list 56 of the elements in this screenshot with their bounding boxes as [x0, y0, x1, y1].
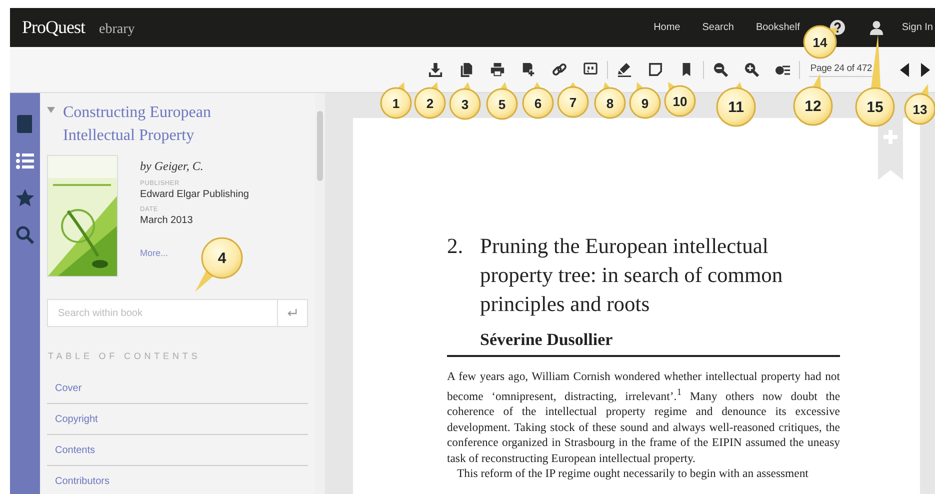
- callout: 12: [793, 74, 833, 126]
- callout: 9: [629, 82, 661, 119]
- note-icon: [648, 62, 664, 77]
- product-name: ebrary: [99, 22, 135, 38]
- callout: 8: [594, 82, 626, 119]
- logo[interactable]: ProQuest: [22, 17, 85, 38]
- rail-tab[interactable]: [13, 187, 37, 209]
- user-icon[interactable]: [868, 20, 884, 35]
- section-heading: TABLE OF CONTENTS: [48, 351, 202, 361]
- paragraph: This reform of the IP regime ought necessarily to begin with an assessment: [456, 466, 810, 482]
- copy-icon: [459, 62, 474, 77]
- callout: 10: [664, 82, 696, 117]
- scrollbar[interactable]: [315, 93, 325, 494]
- quote-icon: [583, 62, 598, 77]
- print-icon: [490, 62, 506, 77]
- list-icon: [15, 151, 35, 171]
- download-icon: [428, 62, 444, 77]
- highlight-icon: [617, 62, 632, 77]
- callout: 11: [716, 82, 756, 127]
- publisher: Edward Elgar Publishing: [140, 189, 249, 200]
- nav-link[interactable]: Search: [702, 22, 734, 33]
- zoom-in-icon: [744, 62, 760, 77]
- enter-icon: [287, 308, 298, 318]
- callout: 6: [522, 82, 554, 119]
- left-triangle-icon: [900, 62, 910, 76]
- toc-item[interactable]: Contents: [47, 435, 308, 466]
- callout: 7: [557, 82, 589, 118]
- author: by Geiger, C.: [140, 159, 204, 174]
- book-title: Constructing European Intellectual Property: [63, 103, 212, 146]
- right-triangle-icon: [920, 62, 930, 76]
- callout: 13: [904, 84, 935, 125]
- callout: 4: [195, 237, 243, 292]
- sign-in-link[interactable]: Sign In: [902, 22, 933, 33]
- zoom-out-icon: [713, 62, 728, 77]
- search-field[interactable]: Search within book: [47, 299, 278, 327]
- chapter-title: Pruning the European intellectual property tree: in search of common principles and roots: [480, 233, 784, 318]
- paragraph: A few years ago, William Cornish wondered whether intellectual property had not become ‘omnipresent, distracting, irrelevant’.$^{1}$ Many others now doubt the coherence of the intellectual property regime and denounce its excessive development. Taking stock of these sound and always well-reasoned critiques, the conference organized in Strasbourg in the frame of the EIPIN assumed the uneasy task of reconstructing European intellectual property.: [447, 369, 840, 466]
- add-page-icon: [521, 62, 536, 77]
- chapter-number: 2.: [447, 233, 464, 260]
- book-icon: [15, 114, 35, 134]
- callout: 1: [380, 82, 412, 119]
- nav-link[interactable]: Bookshelf: [756, 22, 800, 33]
- toc-item[interactable]: Cover: [47, 373, 308, 404]
- toc-item[interactable]: Copyright: [47, 404, 308, 435]
- callout: 14: [803, 25, 838, 59]
- nav-link[interactable]: Home: [654, 22, 680, 33]
- date: March 2013: [140, 215, 194, 226]
- callout: 2: [414, 82, 446, 119]
- search-icon: [15, 225, 35, 245]
- callout: 3: [449, 82, 481, 120]
- star-icon: [15, 188, 35, 208]
- chapter-author: Séverine Dusollier: [480, 329, 614, 351]
- collapse-icon[interactable]: [47, 107, 55, 113]
- link-icon: [552, 62, 568, 77]
- toc-item[interactable]: Contributors: [47, 466, 308, 494]
- callout: 5: [486, 82, 518, 120]
